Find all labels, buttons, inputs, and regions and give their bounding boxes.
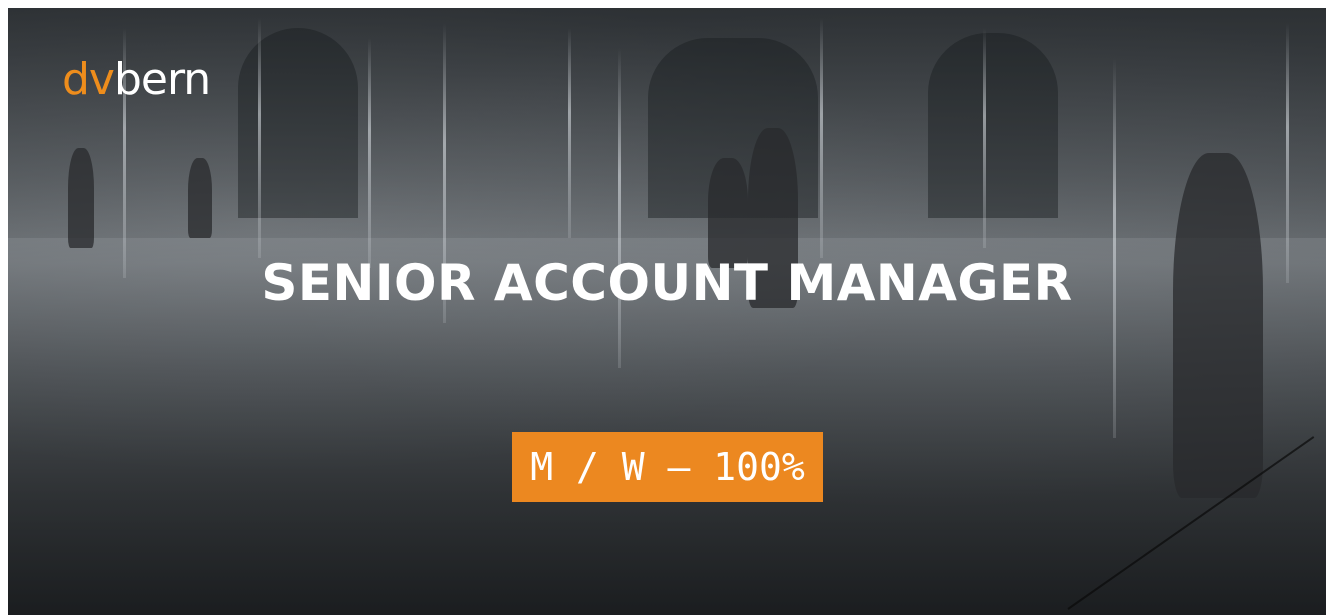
person-figure xyxy=(68,148,94,248)
fountain-jet xyxy=(568,28,571,238)
child-figure xyxy=(1173,153,1263,498)
dvbern-logo: dvbern xyxy=(62,58,211,102)
child-figure xyxy=(708,158,748,268)
background-arch xyxy=(238,28,358,218)
logo-part-bern: bern xyxy=(113,54,211,105)
fountain-jet xyxy=(1286,23,1289,283)
hero-banner: dvbern SENIOR ACCOUNT MANAGER M / W – 10… xyxy=(8,8,1326,615)
fountain-jet xyxy=(368,38,371,268)
logo-part-dv: dv xyxy=(62,54,115,105)
job-title: SENIOR ACCOUNT MANAGER xyxy=(261,254,1073,312)
workload-badge: M / W – 100% xyxy=(512,432,823,502)
fountain-jet xyxy=(618,48,621,368)
fountain-jet xyxy=(820,18,823,258)
person-figure xyxy=(188,158,212,238)
fountain-jet xyxy=(258,18,261,258)
fountain-jet xyxy=(1113,58,1116,438)
fountain-jet xyxy=(983,28,986,248)
background-arch xyxy=(928,33,1058,218)
